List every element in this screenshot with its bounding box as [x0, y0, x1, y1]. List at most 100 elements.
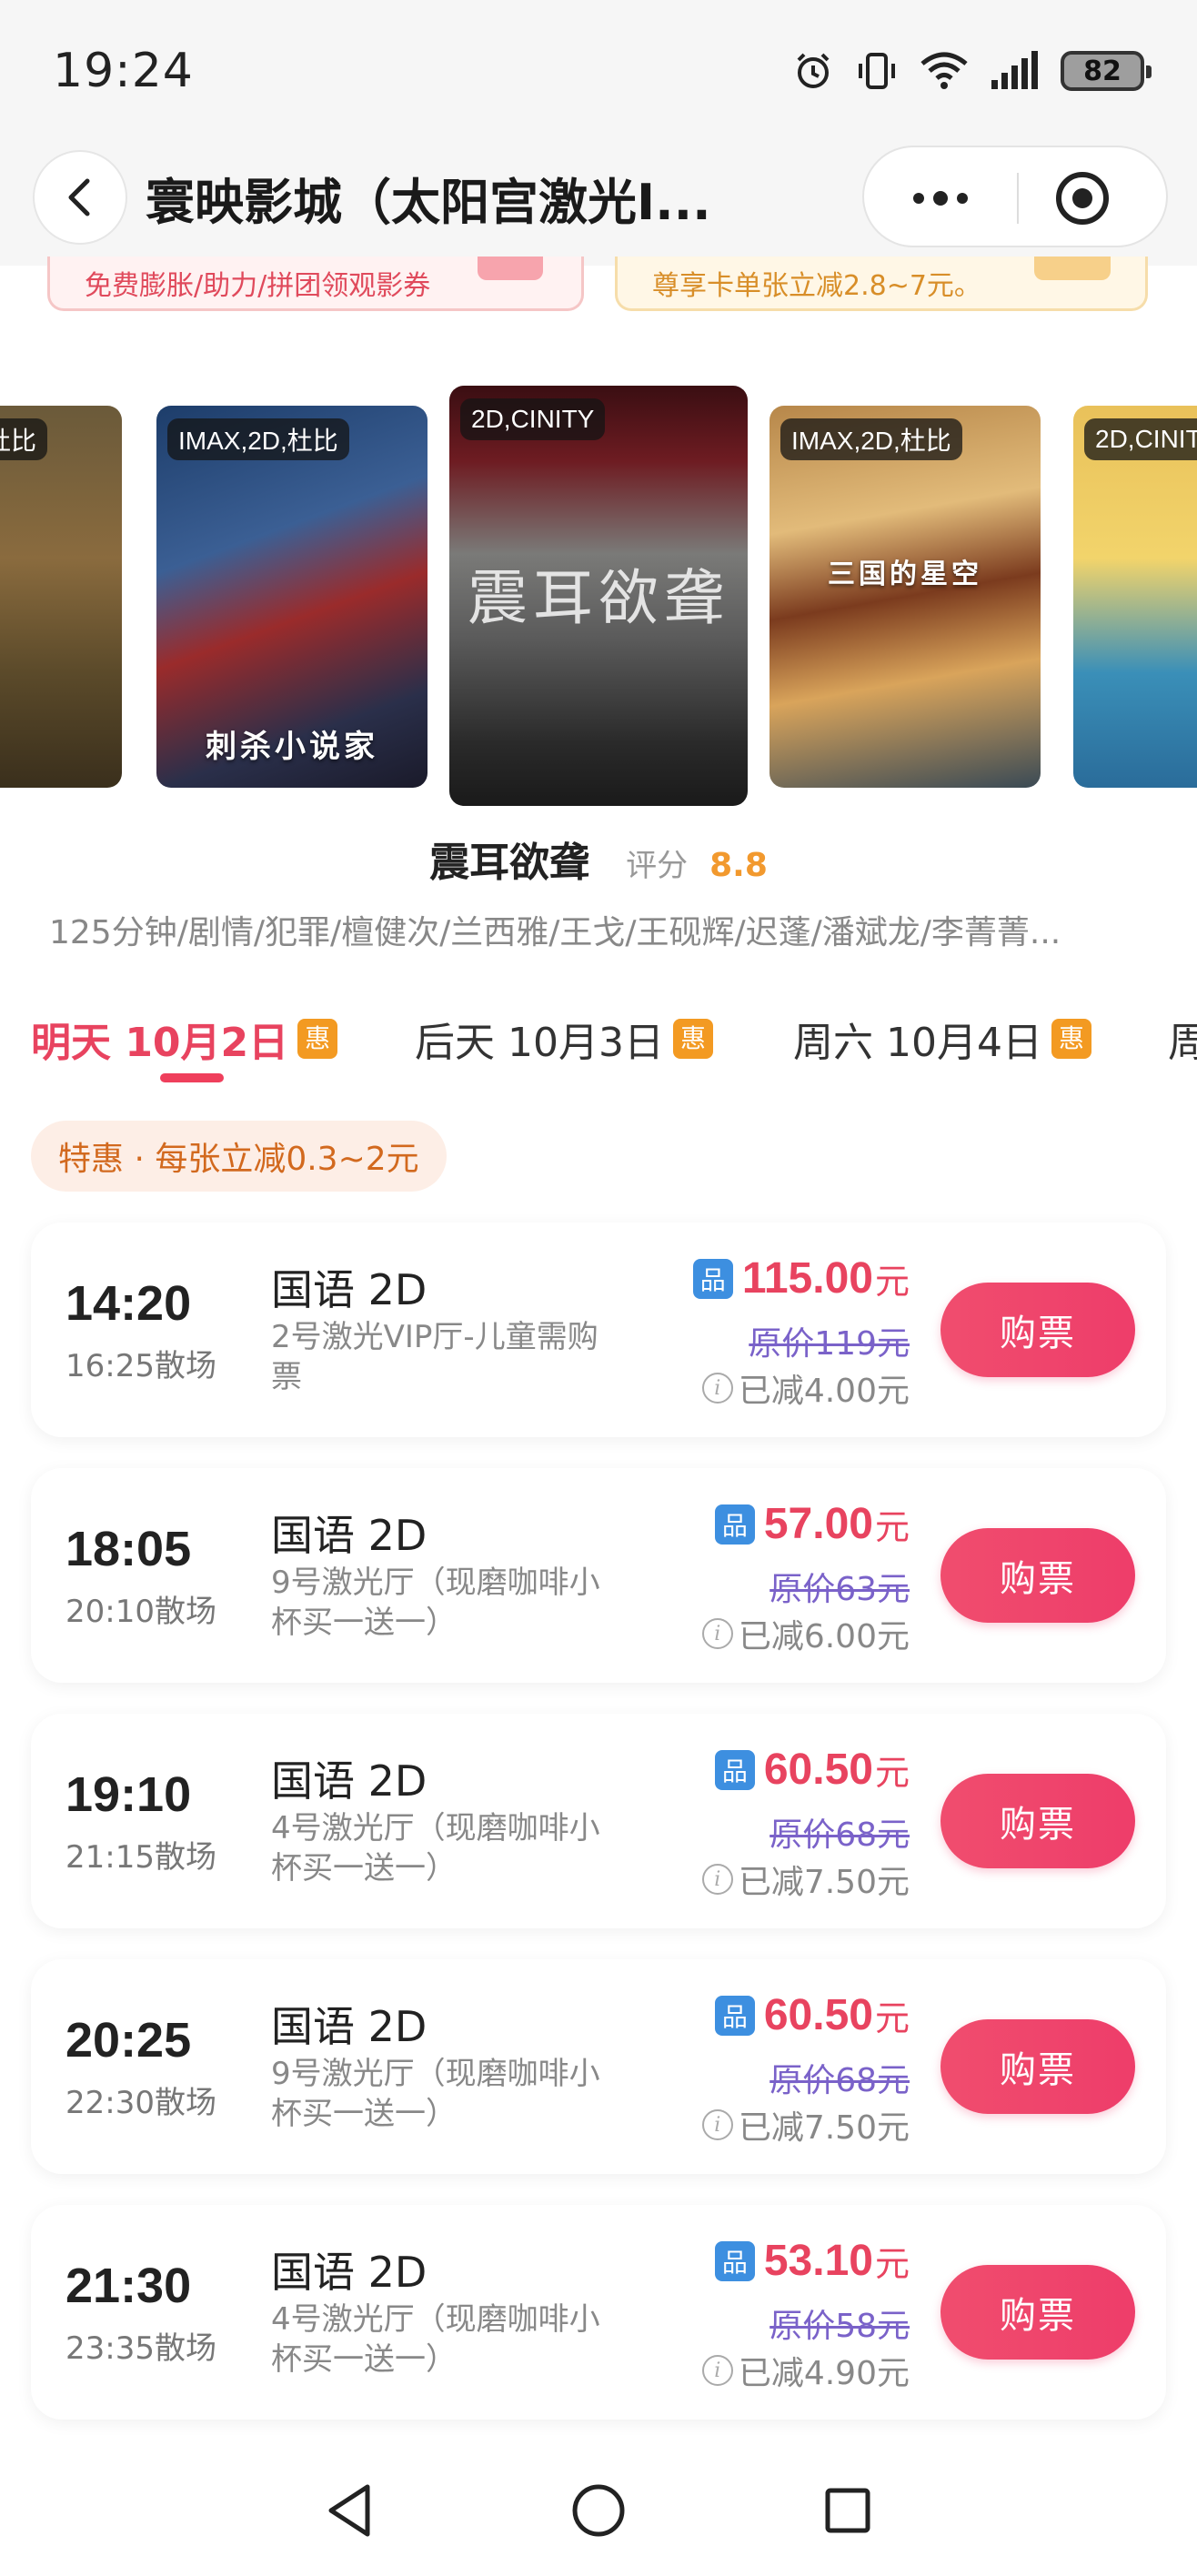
end-time: 22:30散场 [65, 2085, 216, 2121]
date-tab-label: 周六 10月4日 [793, 1020, 1042, 1066]
back-button[interactable] [33, 150, 127, 245]
status-icons: 82 [791, 45, 1152, 96]
language-format: 国语 2D [271, 1511, 428, 1560]
system-home-button[interactable] [562, 2474, 635, 2547]
square-recents-icon [825, 2488, 870, 2533]
saved-text: 已减7.50元 [738, 1864, 910, 1901]
date-tab-label: 明天 10月2日 [31, 1020, 289, 1066]
session-card[interactable]: 18:05 20:10散场 国语 2D 9号激光厅（现磨咖啡小杯买一送一） 品 … [31, 1468, 1166, 1683]
saved-text: 已减7.50元 [738, 2109, 910, 2147]
original-price: 原价68元 [770, 1816, 910, 1854]
movie-poster[interactable]: 杜比 [0, 406, 122, 788]
session-card[interactable]: 19:10 21:15散场 国语 2D 4号激光厅（现磨咖啡小杯买一送一） 品 … [31, 1714, 1166, 1928]
price-row: 品 53.10 元 [714, 2236, 910, 2286]
price: 60.50 [763, 1991, 873, 2039]
original-price: 原价68元 [770, 2062, 910, 2099]
session-card[interactable]: 14:20 16:25散场 国语 2D 2号激光VIP厅-儿童需购票 品 115… [31, 1223, 1166, 1437]
date-tab[interactable]: 明天 10月2日 惠 [31, 1010, 338, 1068]
signal-icon [991, 51, 1038, 89]
info-icon[interactable]: i [701, 2109, 733, 2140]
buy-ticket-button[interactable]: 购票 [940, 2019, 1135, 2114]
date-tab[interactable]: 周六 10月4日 惠 [793, 1010, 1091, 1068]
end-time: 16:25散场 [65, 1348, 216, 1384]
more-dots-icon [913, 193, 924, 204]
promo-coupon-card[interactable]: 免费膨胀/助力/拼团领观影券 [47, 257, 584, 311]
saved-amount: i 已减4.00元 [701, 1364, 910, 1412]
date-tab[interactable]: 后天 10月3日 惠 [415, 1010, 713, 1068]
rating-value: 8.8 [709, 847, 768, 884]
page-title: 寰映影城（太阳宫激光I... [146, 174, 711, 231]
language-format: 国语 2D [271, 1756, 428, 1806]
date-tab-label: 周 [1168, 1020, 1197, 1066]
price-row: 品 57.00 元 [714, 1499, 910, 1549]
poster-badge: 2D,CINITY [460, 398, 606, 440]
movie-poster-selected[interactable]: 2D,CINITY 震耳欲聋 [449, 386, 748, 806]
info-icon[interactable]: i [701, 1864, 733, 1895]
info-icon[interactable]: i [701, 2355, 733, 2386]
system-back-button[interactable] [313, 2474, 386, 2547]
system-recents-button[interactable] [811, 2474, 884, 2547]
promo-vip-text: 尊享卡单张立减2.8~7元。 [652, 269, 981, 302]
saved-amount: i 已减7.50元 [701, 1856, 910, 1903]
circle-home-icon [572, 2484, 625, 2537]
chevron-left-icon [68, 178, 90, 216]
movie-poster[interactable]: IMAX,2D,杜比 三国的星空 [770, 406, 1041, 788]
buy-ticket-button[interactable]: 购票 [940, 1774, 1135, 1868]
end-time: 23:35散场 [65, 2330, 216, 2367]
wifi-icon [920, 52, 968, 89]
close-miniprogram-button[interactable] [1050, 166, 1115, 231]
active-tab-indicator [160, 1073, 224, 1082]
top-area: 19:24 82 寰映影城（太阳宫激光I... [0, 0, 1197, 266]
start-time: 19:10 [65, 1767, 192, 1822]
session-card[interactable]: 21:30 23:35散场 国语 2D 4号激光厅（现磨咖啡小杯买一送一） 品 … [31, 2205, 1166, 2420]
movie-poster[interactable]: IMAX,2D,杜比 刺杀小说家 [156, 406, 428, 788]
start-time: 14:20 [65, 1276, 192, 1331]
system-nav-bar [0, 2438, 1197, 2576]
price-unit: 元 [874, 1507, 910, 1547]
movie-title-row: 震耳欲聋 评分 8.8 [0, 830, 1197, 890]
price-row: 品 115.00 元 [692, 1253, 910, 1303]
discount-badge: 惠 [297, 1019, 338, 1059]
rating-label: 评分 [626, 848, 689, 884]
info-icon[interactable]: i [701, 1618, 733, 1649]
movie-meta: 125分钟/剧情/犯罪/檀健次/兰西雅/王戈/王砚辉/迟蓬/潘斌龙/李菁菁... [49, 914, 1061, 951]
price-unit: 元 [874, 2244, 910, 2284]
brand-tag-icon: 品 [692, 1258, 733, 1299]
promo-tag [1034, 257, 1111, 280]
hall-name: 9号激光厅（现磨咖啡小杯买一送一） [271, 2056, 600, 2132]
brand-tag-icon: 品 [714, 2240, 755, 2281]
more-button[interactable] [897, 166, 984, 231]
price: 57.00 [763, 1500, 873, 1548]
hall-name: 2号激光VIP厅-儿童需购票 [271, 1319, 598, 1395]
hall-name: 9号激光厅（现磨咖啡小杯买一送一） [271, 1565, 600, 1641]
buy-ticket-button[interactable]: 购票 [940, 1528, 1135, 1623]
poster-badge: IMAX,2D,杜比 [780, 418, 962, 460]
end-time: 21:15散场 [65, 1839, 216, 1876]
session-card[interactable]: 20:25 22:30散场 国语 2D 9号激光厅（现磨咖啡小杯买一送一） 品 … [31, 1959, 1166, 2174]
poster-badge: IMAX,2D,杜比 [167, 418, 349, 460]
buy-ticket-button[interactable]: 购票 [940, 1283, 1135, 1377]
start-time: 20:25 [65, 2013, 192, 2068]
discount-badge: 惠 [672, 1019, 713, 1059]
date-tab[interactable]: 周 [1168, 1010, 1197, 1068]
end-time: 20:10散场 [65, 1594, 216, 1630]
promo-strip: 免费膨胀/助力/拼团领观影券 尊享卡单张立减2.8~7元。 [0, 257, 1197, 347]
movie-name: 震耳欲聋 [429, 840, 590, 886]
status-time: 19:24 [53, 44, 194, 98]
brand-tag-icon: 品 [714, 1504, 755, 1545]
price: 53.10 [763, 2237, 873, 2285]
info-icon[interactable]: i [701, 1373, 733, 1404]
date-tabs: 明天 10月2日 惠 后天 10月3日 惠 周六 10月4日 惠 周 [0, 1001, 1197, 1082]
saved-amount: i 已减4.90元 [701, 2347, 910, 2394]
vibrate-icon [859, 53, 895, 89]
nav-bar: 寰映影城（太阳宫激光I... [0, 146, 1197, 247]
movie-poster[interactable]: 2D,CINIT [1073, 406, 1197, 788]
start-time: 18:05 [65, 1522, 192, 1576]
saved-text: 已减4.00元 [738, 1373, 910, 1410]
buy-ticket-button[interactable]: 购票 [940, 2265, 1135, 2360]
promo-coupon-text: 免费膨胀/助力/拼团领观影券 [85, 269, 431, 302]
saved-amount: i 已减7.50元 [701, 2101, 910, 2148]
price-row: 品 60.50 元 [714, 1990, 910, 2040]
poster-caption: 三国的星空 [828, 558, 982, 590]
promo-vip-card[interactable]: 尊享卡单张立减2.8~7元。 [615, 257, 1148, 311]
